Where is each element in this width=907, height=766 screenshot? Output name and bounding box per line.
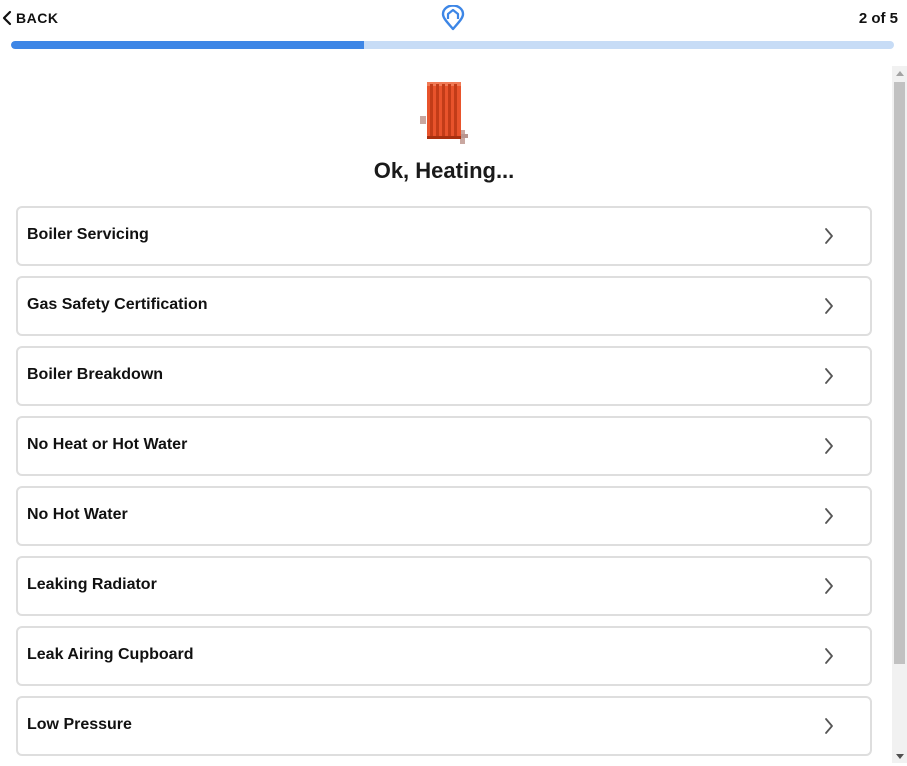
chevron-left-icon	[2, 10, 12, 26]
service-options-list: Boiler Servicing Gas Safety Certification…	[16, 206, 872, 766]
map-pin-home-icon	[441, 4, 465, 36]
option-item[interactable]: Gas Safety Certification	[16, 276, 872, 336]
chevron-right-icon	[825, 438, 833, 454]
back-label: BACK	[16, 10, 59, 26]
top-bar: BACK 2 of 5	[0, 0, 907, 40]
option-label: Boiler Servicing	[27, 225, 149, 243]
back-button[interactable]: BACK	[2, 10, 58, 26]
page-title: Ok, Heating...	[373, 158, 515, 183]
option-item[interactable]: Boiler Breakdown	[16, 346, 872, 406]
option-item[interactable]: Boiler Servicing	[16, 206, 872, 266]
option-label: Boiler Breakdown	[27, 365, 164, 383]
chevron-right-icon	[825, 368, 833, 384]
option-item[interactable]: Low Pressure	[16, 696, 872, 756]
option-label: Gas Safety Certification	[27, 295, 208, 313]
scrollbar-thumb[interactable]	[894, 82, 905, 664]
progress-bar-fill	[11, 41, 365, 49]
scroll-up-arrow-icon[interactable]	[896, 71, 904, 76]
scrollbar[interactable]	[892, 66, 907, 763]
option-label: Low Pressure	[27, 715, 132, 733]
chevron-right-icon	[825, 298, 833, 314]
option-item[interactable]: No Hot Water	[16, 486, 872, 546]
radiator-icon	[416, 78, 472, 151]
step-counter: 2 of 5	[858, 10, 898, 27]
chevron-right-icon	[825, 578, 833, 594]
chevron-right-icon	[825, 718, 833, 734]
progress-bar	[11, 41, 894, 49]
scroll-down-arrow-icon[interactable]	[896, 754, 904, 759]
option-label: No Heat or Hot Water	[27, 435, 188, 453]
option-item[interactable]: Leaking Radiator	[16, 556, 872, 616]
option-label: No Hot Water	[27, 505, 128, 523]
chevron-right-icon	[825, 508, 833, 524]
option-item[interactable]: Leak Airing Cupboard	[16, 626, 872, 686]
option-label: Leak Airing Cupboard	[27, 645, 194, 663]
chevron-right-icon	[825, 228, 833, 244]
chevron-right-icon	[825, 648, 833, 664]
option-item[interactable]: No Heat or Hot Water	[16, 416, 872, 476]
option-label: Leaking Radiator	[27, 575, 157, 593]
